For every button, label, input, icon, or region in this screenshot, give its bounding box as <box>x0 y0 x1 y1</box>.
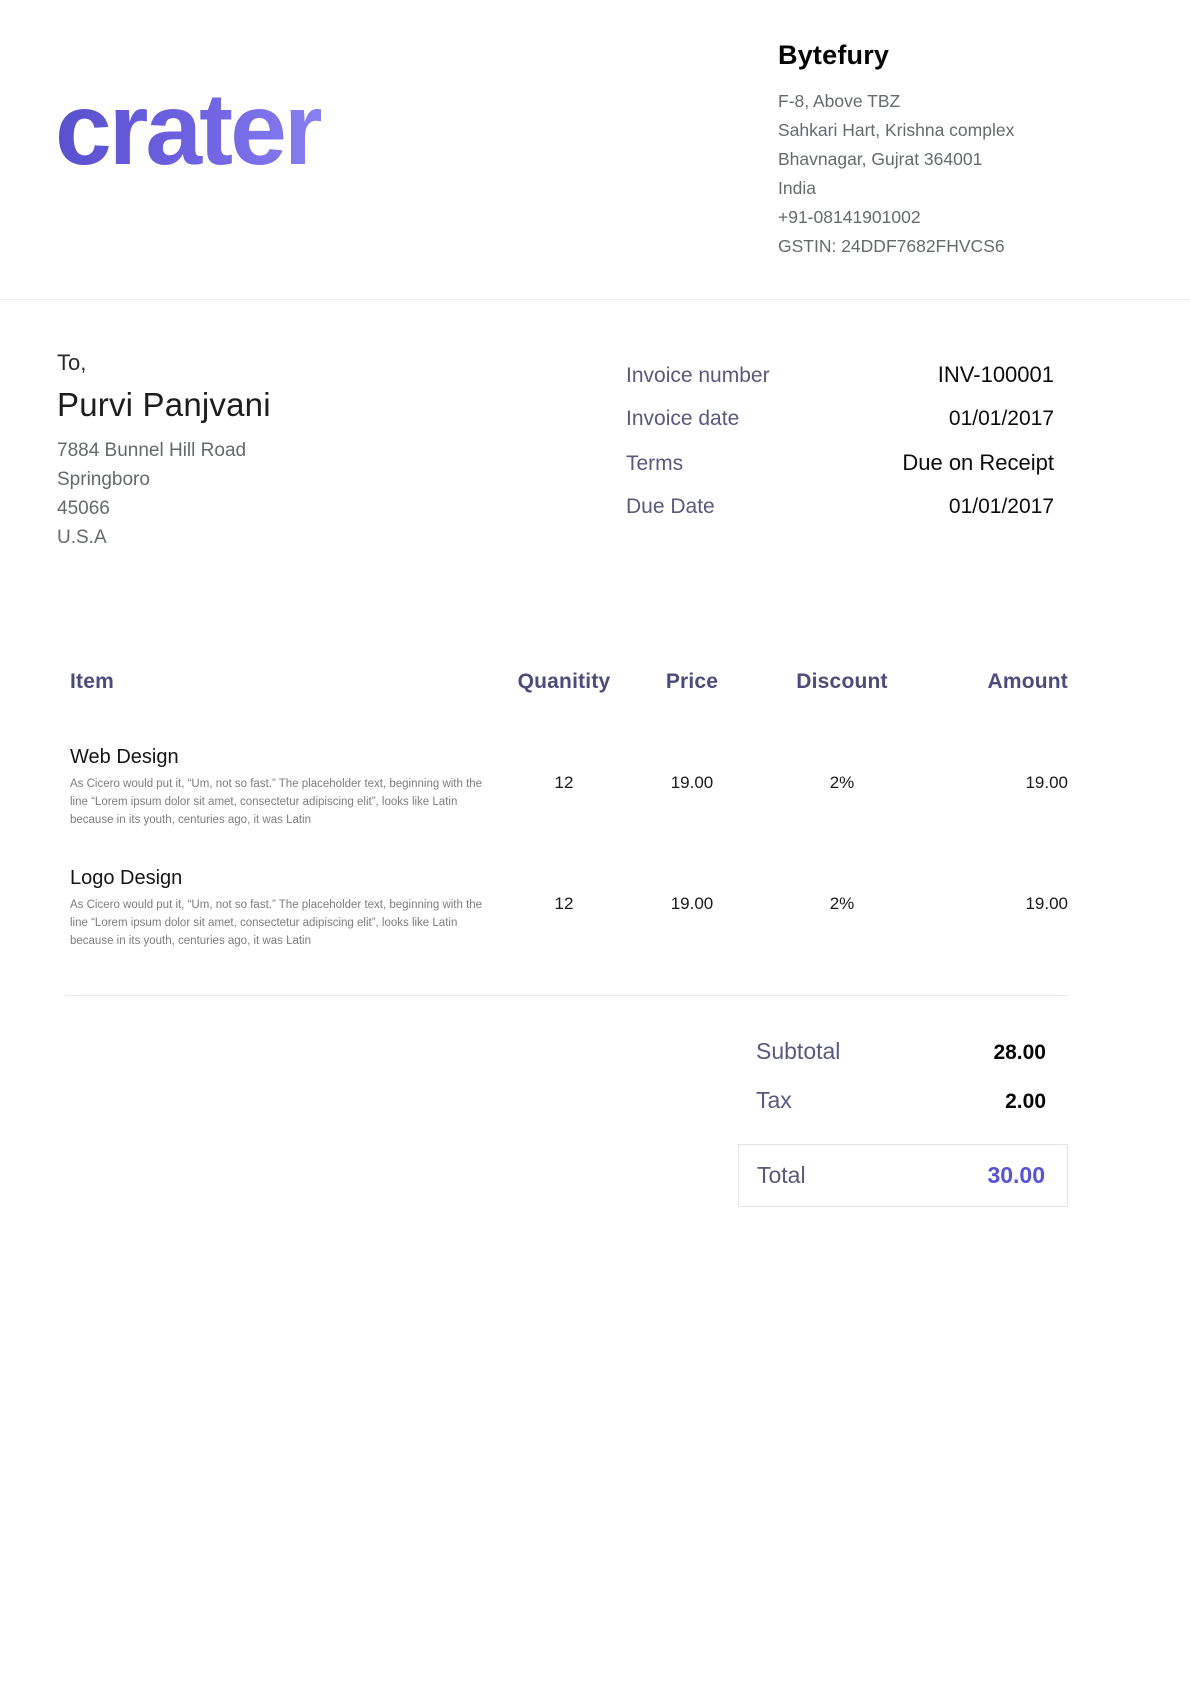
subtotal-row: Subtotal 28.00 <box>738 1038 1068 1065</box>
item-quantity: 12 <box>500 867 628 914</box>
item-discount: 2% <box>756 867 928 914</box>
subtotal-label: Subtotal <box>756 1038 840 1065</box>
company-address-line: Sahkari Hart, Krishna complex <box>778 116 1068 145</box>
item-name: Logo Design <box>70 867 500 890</box>
invoice-meta-block: Invoice number INV-100001 Invoice date 0… <box>626 350 1068 552</box>
item-cell: Logo Design As Cicero would put it, “Um,… <box>70 867 500 950</box>
info-section: To, Purvi Panjvani 7884 Bunnel Hill Road… <box>57 350 1068 552</box>
invoice-date-value: 01/01/2017 <box>949 407 1068 431</box>
item-price: 19.00 <box>628 867 756 914</box>
customer-address-line: 45066 <box>57 494 271 523</box>
due-date-label: Due Date <box>626 495 715 519</box>
table-footer-divider <box>65 995 1068 996</box>
company-phone: +91-08141901002 <box>778 203 1068 232</box>
customer-name: Purvi Panjvani <box>57 386 271 424</box>
totals-block: Subtotal 28.00 Tax 2.00 Total 30.00 <box>738 1038 1068 1207</box>
to-label: To, <box>57 350 271 376</box>
item-price: 19.00 <box>628 746 756 793</box>
due-date-value: 01/01/2017 <box>949 495 1068 519</box>
invoice-number-label: Invoice number <box>626 364 770 388</box>
total-label: Total <box>757 1162 806 1189</box>
customer-address-line: U.S.A <box>57 523 271 552</box>
company-name: Bytefury <box>778 40 1068 71</box>
total-box: Total 30.00 <box>738 1144 1068 1207</box>
items-table-header: Item Quanitity Price Discount Amount <box>57 670 1068 708</box>
bill-to-block: To, Purvi Panjvani 7884 Bunnel Hill Road… <box>57 350 271 552</box>
tax-row: Tax 2.00 <box>738 1087 1068 1114</box>
company-info-block: Bytefury F-8, Above TBZ Sahkari Hart, Kr… <box>778 40 1068 261</box>
item-amount: 19.00 <box>928 746 1068 793</box>
items-table: Item Quanitity Price Discount Amount Web… <box>57 670 1068 951</box>
crater-logo: crater <box>55 78 321 180</box>
quantity-column-header: Quanitity <box>500 670 628 694</box>
company-address-line: Bhavnagar, Gujrat 364001 <box>778 145 1068 174</box>
item-discount: 2% <box>756 746 928 793</box>
invoice-date-row: Invoice date 01/01/2017 <box>626 407 1068 431</box>
terms-label: Terms <box>626 452 683 476</box>
price-column-header: Price <box>628 670 756 694</box>
invoice-number-row: Invoice number INV-100001 <box>626 362 1068 388</box>
item-description: As Cicero would put it, “Um, not so fast… <box>70 897 500 950</box>
customer-address-line: 7884 Bunnel Hill Road <box>57 436 271 465</box>
discount-column-header: Discount <box>756 670 928 694</box>
terms-value: Due on Receipt <box>902 450 1068 476</box>
due-date-row: Due Date 01/01/2017 <box>626 495 1068 519</box>
table-row: Web Design As Cicero would put it, “Um, … <box>57 746 1068 829</box>
tax-value: 2.00 <box>1005 1090 1046 1114</box>
item-description: As Cicero would put it, “Um, not so fast… <box>70 776 500 829</box>
item-column-header: Item <box>70 670 500 694</box>
company-address: F-8, Above TBZ Sahkari Hart, Krishna com… <box>778 87 1068 261</box>
company-address-line: India <box>778 174 1068 203</box>
company-address-line: F-8, Above TBZ <box>778 87 1068 116</box>
terms-row: Terms Due on Receipt <box>626 450 1068 476</box>
tax-label: Tax <box>756 1087 792 1114</box>
invoice-page: crater Bytefury F-8, Above TBZ Sahkari H… <box>0 0 1190 1684</box>
table-row: Logo Design As Cicero would put it, “Um,… <box>57 867 1068 950</box>
invoice-header: crater Bytefury F-8, Above TBZ Sahkari H… <box>0 0 1190 300</box>
invoice-date-label: Invoice date <box>626 407 739 431</box>
customer-address-line: Springboro <box>57 465 271 494</box>
customer-address: 7884 Bunnel Hill Road Springboro 45066 U… <box>57 436 271 552</box>
invoice-number-value: INV-100001 <box>938 362 1068 388</box>
amount-column-header: Amount <box>928 670 1068 694</box>
subtotal-value: 28.00 <box>993 1041 1046 1065</box>
item-name: Web Design <box>70 746 500 769</box>
item-amount: 19.00 <box>928 867 1068 914</box>
item-quantity: 12 <box>500 746 628 793</box>
total-value: 30.00 <box>987 1162 1045 1189</box>
item-cell: Web Design As Cicero would put it, “Um, … <box>70 746 500 829</box>
company-gstin: GSTIN: 24DDF7682FHVCS6 <box>778 232 1068 261</box>
